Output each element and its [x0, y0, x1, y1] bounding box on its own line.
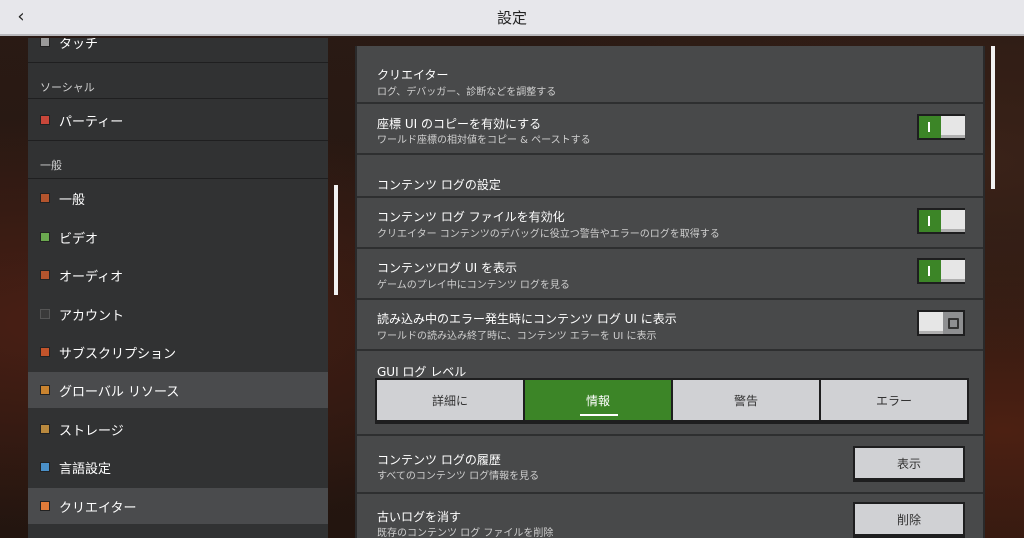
setting-row-copy-coordinates: 座標 UI のコピーを有効にする ワールド座標の相対値をコピー & ペーストする [357, 104, 983, 155]
sidebar-item-global-resources[interactable]: グローバル リソース [28, 372, 328, 408]
setting-description: ワールドの読み込み終了時に、コンテンツ エラーを UI に表示 [377, 331, 657, 342]
gui-log-level-selector: 詳細に 情報 警告 エラー [375, 378, 969, 426]
setting-title: 古いログを消す [377, 510, 462, 524]
toggle-on-indicator [919, 260, 941, 282]
setting-row-content-log-ui: コンテンツログ UI を表示 ゲームのプレイ中にコンテンツ ログを見る [357, 249, 983, 300]
delete-logs-button[interactable]: 削除 [853, 502, 965, 538]
divider [28, 62, 328, 63]
setting-row-load-error-log-ui: 読み込み中のエラー発生時にコンテンツ ログ UI に表示 ワールドの読み込み終了… [357, 300, 983, 351]
sidebar-item-language[interactable]: 言語設定 [28, 449, 328, 485]
toggle-knob [941, 210, 965, 232]
storage-icon [40, 424, 50, 434]
sidebar-item-creator[interactable]: クリエイター [28, 488, 328, 524]
setting-title: 座標 UI のコピーを有効にする [377, 117, 542, 131]
setting-title: 読み込み中のエラー発生時にコンテンツ ログ UI に表示 [377, 312, 677, 326]
sidebar-item-label: ストレージ [59, 423, 124, 439]
log-level-option-info[interactable]: 情報 [523, 378, 673, 424]
language-icon [40, 462, 50, 472]
settings-sidebar: タッチ ソーシャル パーティー 一般 一般 ビデオ オーディオ アカウント サブ… [28, 38, 328, 538]
content-log-settings-header: コンテンツ ログの設定 [357, 155, 983, 198]
load-error-log-ui-toggle[interactable] [917, 310, 965, 336]
sidebar-item-label: グローバル リソース [59, 384, 180, 400]
setting-description: ゲームのプレイ中にコンテンツ ログを見る [377, 280, 570, 291]
setting-row-content-log-file: コンテンツ ログ ファイルを有効化 クリエイター コンテンツのデバッグに役立つ警… [357, 198, 983, 249]
sidebar-item-video[interactable]: ビデオ [28, 219, 328, 255]
party-icon [40, 115, 50, 125]
sidebar-item-label: アカウント [59, 308, 125, 324]
setting-title: コンテンツ ログの履歴 [377, 453, 501, 467]
setting-description: クリエイター コンテンツのデバッグに役立つ警告やエラーのログを取得する [377, 229, 720, 240]
sidebar-item-label: ビデオ [59, 231, 99, 247]
setting-description: 既存のコンテンツ ログ ファイルを削除 [377, 528, 554, 538]
section-title: クリエイター [377, 68, 449, 82]
toggle-knob [941, 260, 965, 282]
content-log-ui-toggle[interactable] [917, 258, 965, 284]
section-label-general: 一般 [40, 159, 62, 172]
log-level-option-error[interactable]: エラー [819, 378, 969, 424]
toggle-knob [941, 116, 965, 138]
divider [28, 98, 328, 99]
sidebar-item-account[interactable]: アカウント [28, 296, 328, 332]
toggle-off-indicator [948, 318, 959, 329]
divider [28, 140, 328, 141]
page-title: 設定 [496, 8, 527, 27]
touch-icon [40, 38, 50, 47]
sidebar-item-label: オーディオ [59, 269, 124, 285]
sidebar-item-audio[interactable]: オーディオ [28, 257, 328, 293]
section-header: コンテンツ ログの設定 [377, 178, 501, 192]
log-level-option-warning[interactable]: 警告 [671, 378, 821, 424]
sidebar-item-label: 言語設定 [59, 461, 112, 477]
general-icon [40, 193, 50, 203]
sidebar-item-label: クリエイター [59, 500, 137, 516]
video-icon [40, 232, 50, 242]
setting-row-log-history: コンテンツ ログの履歴 すべてのコンテンツ ログ情報を見る 表示 [357, 436, 983, 494]
toggle-knob [919, 312, 943, 334]
panel-scrollbar[interactable] [990, 46, 996, 538]
view-log-history-button[interactable]: 表示 [853, 446, 965, 482]
sidebar-item-label: 一般 [59, 192, 86, 208]
toggle-on-indicator [919, 210, 941, 232]
setting-description: ワールド座標の相対値をコピー & ペーストする [377, 135, 591, 146]
setting-row-clear-logs: 古いログを消す 既存のコンテンツ ログ ファイルを削除 削除 [357, 494, 983, 538]
toggle-on-indicator [919, 116, 941, 138]
copy-coordinates-toggle[interactable] [917, 114, 965, 140]
global-resources-icon [40, 385, 50, 395]
sidebar-item-label: タッチ [59, 38, 99, 52]
sidebar-item-subscription[interactable]: サブスクリプション [28, 334, 328, 370]
sidebar-scrollbar-thumb[interactable] [334, 185, 338, 295]
creator-section-header: クリエイター ログ、デバッガー、診断などを調整する [357, 46, 983, 104]
header-bar: ‹ 設定 [0, 0, 1024, 36]
subscription-icon [40, 347, 50, 357]
section-subtitle: ログ、デバッガー、診断などを調整する [377, 87, 557, 98]
setting-title: コンテンツ ログ ファイルを有効化 [377, 210, 565, 224]
setting-title: コンテンツログ UI を表示 [377, 261, 517, 275]
audio-icon [40, 270, 50, 280]
sidebar-item-label: パーティー [59, 114, 124, 130]
section-label-social: ソーシャル [40, 81, 95, 94]
divider [28, 178, 328, 179]
log-level-option-verbose[interactable]: 詳細に [375, 378, 525, 424]
sidebar-item-general[interactable]: 一般 [28, 180, 328, 216]
creator-settings-panel: クリエイター ログ、デバッガー、診断などを調整する 座標 UI のコピーを有効に… [355, 46, 985, 538]
creator-icon [40, 501, 50, 511]
sidebar-item-party[interactable]: パーティー [28, 102, 328, 138]
setting-description: すべてのコンテンツ ログ情報を見る [377, 471, 540, 482]
sidebar-item-touch[interactable]: タッチ [28, 38, 328, 60]
sidebar-item-storage[interactable]: ストレージ [28, 411, 328, 447]
account-icon [40, 309, 50, 319]
chevron-left-icon[interactable]: ‹ [10, 6, 32, 28]
sidebar-scrollbar[interactable] [333, 40, 339, 535]
content-log-file-toggle[interactable] [917, 208, 965, 234]
sidebar-item-label: サブスクリプション [59, 346, 177, 362]
panel-scrollbar-thumb[interactable] [991, 46, 995, 189]
